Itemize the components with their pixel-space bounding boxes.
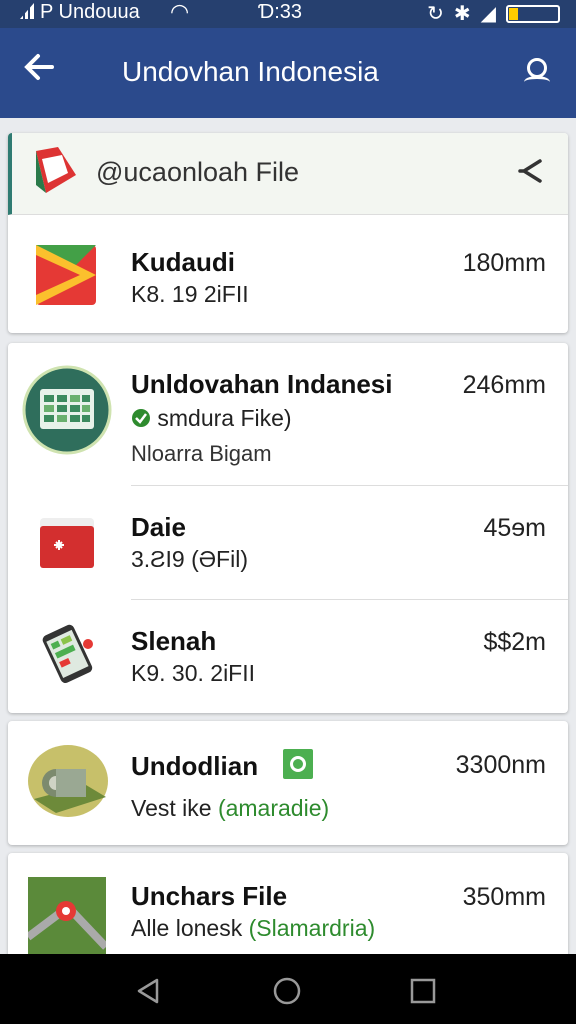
bluetooth-icon: ✱: [453, 3, 471, 25]
status-bar: P Undouua ◠ Ɗ:33 ↻ ✱ ◢: [0, 0, 576, 28]
item-size: 180mm: [462, 249, 546, 277]
item-size: 350mm: [462, 883, 546, 911]
nav-back-icon[interactable]: [133, 976, 163, 1006]
item-detail-text: smdura Fike): [157, 405, 292, 431]
folder-label: @ucaonloah File: [96, 157, 300, 187]
item-size: 3300nm: [455, 751, 546, 779]
item-name: Unldovahan Indanesi: [131, 369, 393, 399]
tape-roll-icon: [26, 743, 110, 824]
check-circle-icon: [131, 405, 157, 431]
red-folder-icon: [38, 514, 96, 577]
clock: Ɗ:33: [258, 1, 302, 23]
chat-badge-icon: [283, 749, 314, 786]
list-item[interactable]: Unchars File Alle lonesk (Slamardria) 35…: [8, 853, 568, 963]
item-name: Daie: [131, 512, 186, 542]
item-detail: K8. 19 2iFII: [131, 281, 249, 307]
list-item[interactable]: Unldovahan Indanesi smdura Fike) Nloarra…: [8, 343, 568, 485]
item-size: 246mm: [462, 371, 546, 399]
page-title: Undovhan Indonesia: [122, 56, 379, 87]
nav-recents-icon[interactable]: [408, 976, 438, 1006]
item-detail-tag: (Slamardria): [248, 915, 376, 941]
folder-header[interactable]: @ucaonloah File: [8, 133, 568, 215]
item-detail-secondary: Nloarra Bigam: [131, 441, 272, 466]
file-card: Unchars File Alle lonesk (Slamardria) 35…: [8, 853, 568, 963]
cellular-icon: ◢: [480, 3, 496, 25]
item-detail-text: Vest ike: [131, 795, 212, 821]
item-name: Slenah: [131, 626, 217, 656]
item-detail-tag: (amaradie): [217, 795, 330, 821]
file-card: Undodlian Vest ike (amaradie) 3300nm: [8, 721, 568, 845]
search-icon[interactable]: [524, 58, 554, 88]
search-icon-body: [524, 76, 550, 88]
item-detail: Alle lonesk (Slamardria): [131, 915, 375, 942]
carrier: P Undouua: [20, 1, 140, 24]
item-detail: 3.ƧI9 (ƏFil): [131, 546, 248, 572]
item-detail-text: Alle lonesk: [131, 915, 243, 941]
list-item[interactable]: Kudaudi K8. 19 2iFII 180mm: [8, 215, 568, 333]
chevron-icon[interactable]: [516, 155, 546, 185]
nav-home-icon[interactable]: [272, 976, 302, 1006]
item-name: Kudaudi: [131, 247, 235, 277]
search-icon-ring: [527, 58, 547, 78]
signal-icon: [20, 3, 34, 19]
back-arrow-icon[interactable]: [22, 50, 62, 90]
file-group-card: Unldovahan Indanesi smdura Fike) Nloarra…: [8, 343, 568, 713]
item-detail: Vest ike (amaradie): [131, 795, 329, 822]
item-size: 45ɘm: [483, 514, 546, 542]
item-size: $$2m: [483, 628, 546, 656]
carrier-label: P Undouua: [40, 1, 140, 23]
item-name-text: Undodlian: [131, 751, 259, 781]
folder-card: @ucaonloah File Kudaudi K8. 19 2iFII 180…: [8, 133, 568, 333]
item-detail: smdura Fike): [131, 405, 292, 432]
folder-icon: [32, 145, 80, 197]
phone-icon: [32, 622, 102, 689]
item-name: Unchars File: [131, 881, 288, 911]
system-nav-bar: [0, 954, 576, 1024]
map-icon: [25, 877, 109, 960]
sync-icon: ↻: [427, 3, 444, 25]
list-item[interactable]: Undodlian Vest ike (amaradie) 3300nm: [8, 721, 568, 845]
app-bar: Undovhan Indonesia: [0, 28, 576, 118]
item-detail: K9. 30. 2iFII: [131, 660, 256, 686]
list-item[interactable]: Daie 3.ƧI9 (ƏFil) 45ɘm: [8, 486, 568, 599]
wifi-icon: ◠: [170, 0, 190, 24]
list-item[interactable]: Slenah K9. 30. 2iFII $$2m: [8, 600, 568, 713]
google-play-icon: [36, 245, 96, 310]
battery-icon: [506, 4, 560, 23]
spreadsheet-app-icon: [22, 365, 112, 460]
item-name: Undodlian: [131, 749, 314, 786]
status-icons: ↻ ✱ ◢: [427, 1, 560, 26]
